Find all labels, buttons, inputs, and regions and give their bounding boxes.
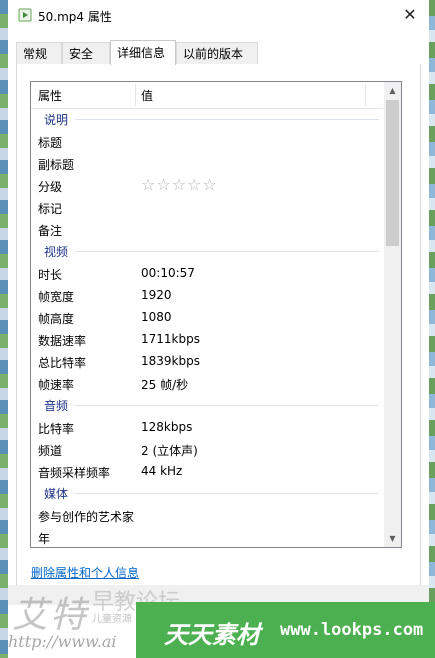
list-item[interactable]: 帧高度 1080: [31, 306, 383, 328]
list-item[interactable]: 帧速率 25 帧/秒: [31, 372, 383, 394]
property-name: 数据速率: [38, 334, 87, 348]
group-label: 音频: [44, 399, 69, 413]
star-icon[interactable]: ☆: [141, 175, 156, 194]
tab-general[interactable]: 常规: [16, 42, 62, 64]
star-icon[interactable]: ☆: [202, 175, 217, 194]
property-name: 标记: [38, 202, 63, 216]
group-audio: 音频: [31, 394, 383, 416]
property-value: 1839kbps: [141, 354, 200, 368]
list-item[interactable]: 帧宽度 1920: [31, 284, 383, 306]
banner-title: 天天素材: [164, 620, 260, 649]
property-name: 音频采样频率: [38, 466, 111, 480]
property-value: 44 kHz: [141, 464, 183, 478]
group-divider: [75, 119, 379, 120]
property-name: 年: [38, 532, 51, 546]
column-header-value[interactable]: 值: [141, 87, 153, 104]
group-video: 视频: [31, 240, 383, 262]
scrollbar-thumb[interactable]: [386, 100, 399, 246]
group-divider: [75, 405, 379, 406]
tab-bar: 常规 安全 详细信息 以前的版本: [8, 40, 429, 66]
group-label: 视频: [44, 245, 69, 259]
list-item[interactable]: 标题: [31, 130, 383, 152]
rating-stars[interactable]: ☆☆☆☆☆: [141, 175, 218, 194]
property-name: 备注: [38, 224, 63, 238]
remove-properties-link[interactable]: 删除属性和个人信息: [31, 564, 139, 581]
property-value: 2 (立体声): [141, 444, 198, 458]
star-icon[interactable]: ☆: [172, 175, 187, 194]
property-value: 1711kbps: [141, 332, 200, 346]
list-item[interactable]: 音频采样频率 44 kHz: [31, 460, 383, 482]
property-name: 时长: [38, 268, 63, 282]
property-name: 频道: [38, 444, 63, 458]
list-rows: 说明 标题 副标题 分级 ☆☆☆☆☆ 标记 备注 视频 时长 00:10:57 帧宽…: [31, 108, 383, 547]
scroll-up-arrow-icon[interactable]: ▲: [384, 82, 401, 99]
close-button[interactable]: ✕: [399, 4, 421, 26]
list-item[interactable]: 副标题: [31, 152, 383, 174]
group-label: 媒体: [44, 487, 69, 501]
group-label: 说明: [44, 113, 69, 127]
group-description: 说明: [31, 108, 383, 130]
property-name: 总比特率: [38, 356, 87, 370]
property-value: 25 帧/秒: [141, 378, 189, 392]
watermark-url: http://www.ai: [8, 632, 117, 651]
property-name: 标题: [38, 136, 63, 150]
property-value: 00:10:57: [141, 266, 195, 280]
properties-dialog: 50.mp4 属性 ✕ 常规 安全 详细信息 以前的版本 属性 值 说明 标题 …: [8, 0, 429, 658]
tab-details[interactable]: 详细信息: [110, 40, 176, 65]
watermark-banner: 天天素材 www.lookps.com: [136, 602, 435, 658]
background-thumbnails-right: [429, 0, 435, 658]
list-item[interactable]: 备注: [31, 218, 383, 240]
property-name: 副标题: [38, 158, 75, 172]
title-bar: 50.mp4 属性 ✕: [8, 0, 429, 30]
property-name: 帧宽度: [38, 290, 75, 304]
background-thumbnails-left: [0, 0, 8, 658]
list-item[interactable]: 年: [31, 526, 383, 547]
property-name: 比特率: [38, 422, 75, 436]
list-item[interactable]: 数据速率 1711kbps: [31, 328, 383, 350]
list-item[interactable]: 频道 2 (立体声): [31, 438, 383, 460]
property-name: 参与创作的艺术家: [38, 510, 135, 524]
list-item[interactable]: 参与创作的艺术家: [31, 504, 383, 526]
star-icon[interactable]: ☆: [156, 175, 171, 194]
list-item[interactable]: 分级 ☆☆☆☆☆: [31, 174, 383, 196]
property-value: 128kbps: [141, 420, 193, 434]
group-divider: [75, 493, 379, 494]
list-item[interactable]: 标记: [31, 196, 383, 218]
star-icon[interactable]: ☆: [187, 175, 202, 194]
list-header: 属性 值: [31, 82, 383, 109]
vertical-scrollbar[interactable]: ▲ ▼: [384, 82, 401, 547]
property-name: 分级: [38, 180, 63, 194]
dialog-title: 50.mp4 属性: [38, 10, 112, 24]
video-file-icon: [18, 8, 32, 22]
details-list[interactable]: 属性 值 说明 标题 副标题 分级 ☆☆☆☆☆ 标记 备注 视频 时长 00:10:…: [30, 81, 402, 548]
property-value: 1080: [141, 310, 172, 324]
property-name: 帧速率: [38, 378, 75, 392]
list-item[interactable]: 比特率 128kbps: [31, 416, 383, 438]
watermark-text: 艾特: [12, 595, 89, 636]
group-media: 媒体: [31, 482, 383, 504]
scroll-down-arrow-icon[interactable]: ▼: [384, 530, 401, 547]
list-item[interactable]: 时长 00:10:57: [31, 262, 383, 284]
tab-security[interactable]: 安全: [62, 42, 110, 64]
list-item[interactable]: 总比特率 1839kbps: [31, 350, 383, 372]
tab-previous-versions[interactable]: 以前的版本: [176, 42, 258, 64]
column-separator[interactable]: [365, 84, 366, 106]
watermark-subtext: 儿童资源: [92, 614, 132, 625]
group-divider: [75, 251, 379, 252]
property-name: 帧高度: [38, 312, 75, 326]
column-separator[interactable]: [135, 84, 136, 106]
property-value: 1920: [141, 288, 172, 302]
column-header-property[interactable]: 属性: [38, 87, 62, 104]
banner-url: www.lookps.com: [280, 620, 424, 640]
